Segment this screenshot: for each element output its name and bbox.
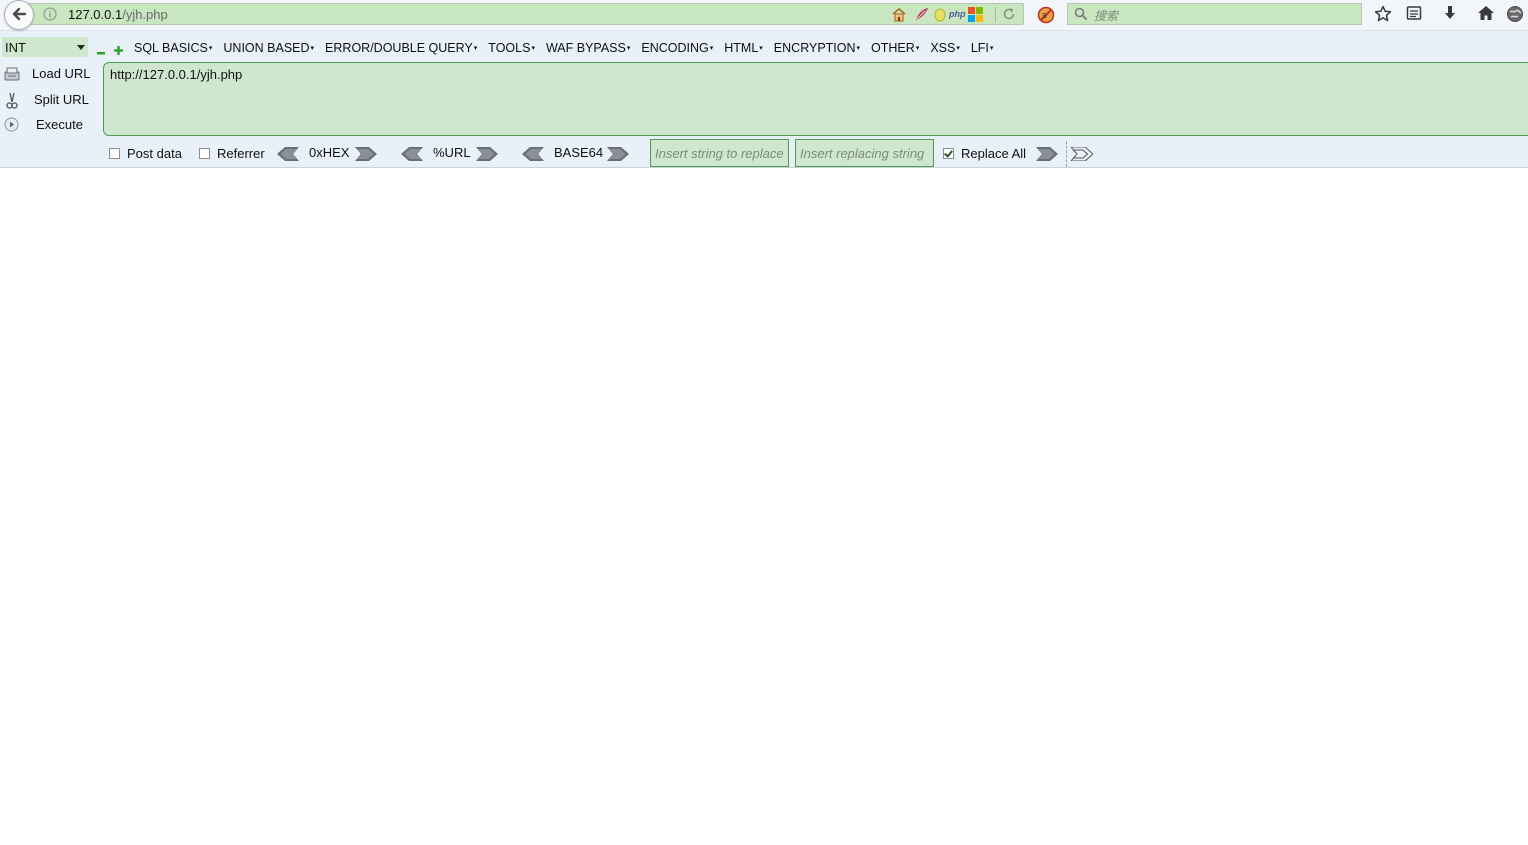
address-bar[interactable]: 127.0.0.1/yjh.php php <box>24 3 1024 25</box>
menu-xss[interactable]: XSS▾ <box>930 41 960 55</box>
url-host: 127.0.0.1 <box>68 7 123 22</box>
browser-toolbar: 127.0.0.1/yjh.php php S 搜索 <box>0 0 1528 31</box>
noscript-icon[interactable]: S <box>1037 6 1055 27</box>
minus-icon[interactable] <box>97 44 105 55</box>
hex-label: 0xHEX <box>309 145 350 160</box>
search-bar[interactable]: 搜索 <box>1067 3 1362 25</box>
play-icon <box>4 117 19 135</box>
menu-other[interactable]: OTHER▾ <box>871 41 919 55</box>
load-url-button[interactable]: Load URL <box>0 63 95 85</box>
profile-globe-icon[interactable] <box>1506 5 1524 26</box>
load-url-label: Load URL <box>32 66 91 81</box>
replace-to-field[interactable] <box>795 139 934 167</box>
download-icon[interactable] <box>1442 5 1458 24</box>
menu-union-based[interactable]: UNION BASED▾ <box>223 41 314 55</box>
bookmark-star-icon[interactable] <box>1374 5 1392 26</box>
hackbar-panel: INT SQL BASICS▾ UNION BASED▾ ERROR/DOUBL… <box>0 31 1528 168</box>
hex-encode-arrow-icon[interactable] <box>355 147 377 164</box>
menu-waf-bypass[interactable]: WAF BYPASS▾ <box>546 41 630 55</box>
menu-lfi[interactable]: LFI▾ <box>971 41 994 55</box>
replace-all-label: Replace All <box>961 146 1027 161</box>
svg-text:php: php <box>949 9 966 19</box>
urlbar-divider <box>995 7 996 22</box>
hex-decode-arrow-icon[interactable] <box>277 147 299 164</box>
cookie-addon-icon[interactable] <box>933 7 947 25</box>
url-path: /yjh.php <box>122 7 168 22</box>
split-url-button[interactable]: Split URL <box>0 89 95 111</box>
php-addon-icon[interactable]: php <box>948 8 967 23</box>
base64-decode-arrow-icon[interactable] <box>522 147 544 164</box>
menu-encryption[interactable]: ENCRYPTION▾ <box>774 41 860 55</box>
home-icon[interactable] <box>1477 5 1495 24</box>
chevron-down-icon <box>77 45 85 50</box>
split-url-label: Split URL <box>34 92 89 107</box>
search-icon <box>1074 7 1088 24</box>
info-icon[interactable] <box>43 7 57 24</box>
referrer-checkbox[interactable] <box>199 148 210 159</box>
menu-sql-basics[interactable]: SQL BASICS▾ <box>134 41 212 55</box>
referrer-label: Referrer <box>217 146 265 161</box>
replace-all-checkbox[interactable] <box>943 148 954 159</box>
search-placeholder: 搜索 <box>1094 9 1119 23</box>
load-url-icon <box>4 66 20 85</box>
feather-addon-icon[interactable] <box>914 7 929 25</box>
hackbar-menubar: SQL BASICS▾ UNION BASED▾ ERROR/DOUBLE QU… <box>134 41 1004 55</box>
address-text[interactable]: 127.0.0.1/yjh.php <box>68 7 168 22</box>
execute-button[interactable]: Execute <box>0 114 95 136</box>
menu-encoding[interactable]: ENCODING▾ <box>641 41 713 55</box>
replace-from-input[interactable] <box>651 140 788 166</box>
plus-icon[interactable] <box>114 43 123 55</box>
type-select[interactable]: INT <box>2 37 88 57</box>
menu-error-double-query[interactable]: ERROR/DOUBLE QUERY▾ <box>325 41 477 55</box>
url-decode-arrow-icon[interactable] <box>401 147 423 164</box>
reading-list-icon[interactable] <box>1406 5 1422 24</box>
replace-to-input[interactable] <box>796 140 933 166</box>
type-select-value: INT <box>5 40 26 55</box>
back-arrow-icon <box>11 6 27 25</box>
menu-tools[interactable]: TOOLS▾ <box>488 41 535 55</box>
options-divider <box>1066 141 1067 167</box>
post-data-checkbox[interactable] <box>109 148 120 159</box>
urlenc-label: %URL <box>433 145 471 160</box>
reload-icon[interactable] <box>1002 7 1016 24</box>
replace-go-arrow-icon[interactable] <box>1036 147 1058 164</box>
replace-next-arrow-icon[interactable] <box>1069 146 1094 164</box>
page-content <box>0 168 1528 845</box>
base64-label: BASE64 <box>554 145 604 160</box>
execute-label: Execute <box>36 117 83 132</box>
replace-from-field[interactable] <box>650 139 789 167</box>
base64-encode-arrow-icon[interactable] <box>607 147 629 164</box>
scissors-icon <box>6 92 18 113</box>
menu-html[interactable]: HTML▾ <box>724 41 763 55</box>
svg-text:S: S <box>1042 13 1047 20</box>
post-data-label: Post data <box>127 146 182 161</box>
back-button[interactable] <box>4 0 34 30</box>
windows-addon-icon[interactable] <box>968 7 983 25</box>
url-encode-arrow-icon[interactable] <box>476 147 498 164</box>
hackbar-options-row: Post data Referrer 0xHEX %URL BASE64 Ins… <box>0 139 1528 169</box>
url-textarea-value: http://127.0.0.1/yjh.php <box>110 67 243 82</box>
home-addon-icon[interactable] <box>891 7 907 25</box>
url-textarea[interactable]: http://127.0.0.1/yjh.php <box>103 62 1528 136</box>
